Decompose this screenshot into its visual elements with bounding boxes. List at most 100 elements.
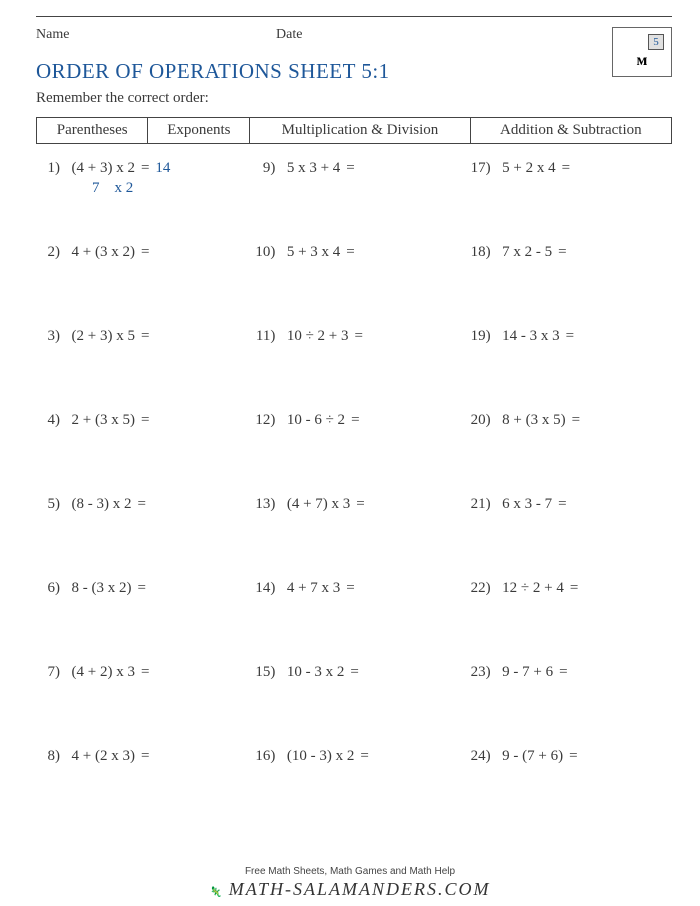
problem-expression: 7 x 2 - 5 [495,244,553,261]
problem-row: 10) 5 + 3 x 4 = [251,242,456,326]
equals-sign: = [135,328,155,345]
salamander-icon: ᴍ [637,52,648,70]
problem-number: 14) [251,580,279,597]
problem-expression: 8 - (3 x 2) [64,580,132,597]
problem-row: 15) 10 - 3 x 2 = [251,662,456,746]
problem-number: 1) [36,160,64,177]
problem-number: 3) [36,328,64,345]
rule-cell: Multiplication & Division [250,118,470,144]
rule-cell: Addition & Subtraction [470,118,671,144]
problem-number: 10) [251,244,279,261]
equals-sign: = [553,664,573,681]
name-label: Name [36,27,69,43]
equals-sign: = [563,748,583,765]
equals-sign: = [340,580,360,597]
subtitle: Remember the correct order: [36,90,672,107]
rule-cell: Exponents [148,118,250,144]
problem-number: 11) [251,328,279,345]
equals-sign: = [340,160,360,177]
problem-number: 19) [467,328,495,345]
problem-row: 1) (4 + 3) x 2 = 14 [36,158,241,242]
problem-expression: (8 - 3) x 2 [64,496,132,513]
problem-expression: 4 + 7 x 3 [279,580,340,597]
problem-number: 9) [251,160,279,177]
problem-row: 17) 5 + 2 x 4 = [467,158,672,242]
problem-expression: 8 + (3 x 5) [495,412,566,429]
grade-number: 5 [648,34,664,50]
date-label: Date [276,27,302,43]
problem-expression: 6 x 3 - 7 [495,496,553,513]
problem-number: 17) [467,160,495,177]
equals-sign: = [132,580,152,597]
problem-row: 6) 8 - (3 x 2) = [36,578,241,662]
problem-number: 6) [36,580,64,597]
footer-brand: MATH-SALAMANDERS.COM [229,879,491,899]
problem-expression: 10 - 3 x 2 [279,664,344,681]
rule-table: Parentheses Exponents Multiplication & D… [36,117,672,144]
equals-sign: = [566,412,586,429]
problem-expression: 5 + 3 x 4 [279,244,340,261]
problem-row: 3) (2 + 3) x 5 = [36,326,241,410]
problem-expression: (2 + 3) x 5 [64,328,135,345]
problem-row: 22) 12 ÷ 2 + 4 = [467,578,672,662]
problem-row: 24) 9 - (7 + 6) = [467,746,672,830]
problem-row: 12) 10 - 6 ÷ 2 = [251,410,456,494]
problem-expression: 4 + (3 x 2) [64,244,135,261]
problem-expression: (4 + 7) x 3 [279,496,350,513]
problem-row: 5) (8 - 3) x 2 = [36,494,241,578]
equals-sign: = [135,412,155,429]
problem-expression: 10 ÷ 2 + 3 [279,328,348,345]
problem-expression: 10 - 6 ÷ 2 [279,412,345,429]
problem-number: 12) [251,412,279,429]
equals-sign: = [135,748,155,765]
problem-number: 13) [251,496,279,513]
problem-row: 7) (4 + 2) x 3 = [36,662,241,746]
problem-number: 18) [467,244,495,261]
equals-sign: = [350,496,370,513]
equals-sign: = [354,748,374,765]
equals-sign: = [344,664,364,681]
problem-number: 16) [251,748,279,765]
salamander-icon: 🦎 [209,887,221,898]
problem-expression: 14 - 3 x 3 [495,328,560,345]
problem-expression: 9 - 7 + 6 [495,664,553,681]
equals-sign: = [556,160,576,177]
equals-sign: = [552,496,572,513]
problem-expression: 2 + (3 x 5) [64,412,135,429]
problem-row: 14) 4 + 7 x 3 = [251,578,456,662]
problem-number: 5) [36,496,64,513]
problem-row: 18) 7 x 2 - 5 = [467,242,672,326]
problem-row: 20) 8 + (3 x 5) = [467,410,672,494]
problem-row: 13) (4 + 7) x 3 = [251,494,456,578]
problem-expression: 5 + 2 x 4 [495,160,556,177]
problem-answer: 14 [155,160,170,177]
problem-expression: (4 + 2) x 3 [64,664,135,681]
problem-expression: 9 - (7 + 6) [495,748,563,765]
problem-number: 4) [36,412,64,429]
problem-row: 19) 14 - 3 x 3 = [467,326,672,410]
grade-logo: 5 ᴍ [612,27,672,77]
equals-sign: = [349,328,369,345]
problem-number: 7) [36,664,64,681]
problem-row: 9) 5 x 3 + 4 = [251,158,456,242]
problem-number: 2) [36,244,64,261]
problem-number: 23) [467,664,495,681]
problem-row: 11) 10 ÷ 2 + 3 = [251,326,456,410]
problem-number: 22) [467,580,495,597]
problem-row: 8) 4 + (2 x 3) = [36,746,241,830]
equals-sign: = [564,580,584,597]
equals-sign: = [345,412,365,429]
footer-tagline: Free Math Sheets, Math Games and Math He… [0,866,700,877]
problem-expression: (4 + 3) x 2 [64,160,135,177]
problem-number: 8) [36,748,64,765]
problem-row: 2) 4 + (3 x 2) = [36,242,241,326]
equals-sign: = [135,160,155,177]
equals-sign: = [340,244,360,261]
problem-expression: 12 ÷ 2 + 4 [495,580,564,597]
problem-number: 21) [467,496,495,513]
footer: Free Math Sheets, Math Games and Math He… [0,866,700,900]
problem-number: 24) [467,748,495,765]
problem-number: 20) [467,412,495,429]
problem-expression: 5 x 3 + 4 [279,160,340,177]
worked-example: 7 x 2 [92,180,133,197]
